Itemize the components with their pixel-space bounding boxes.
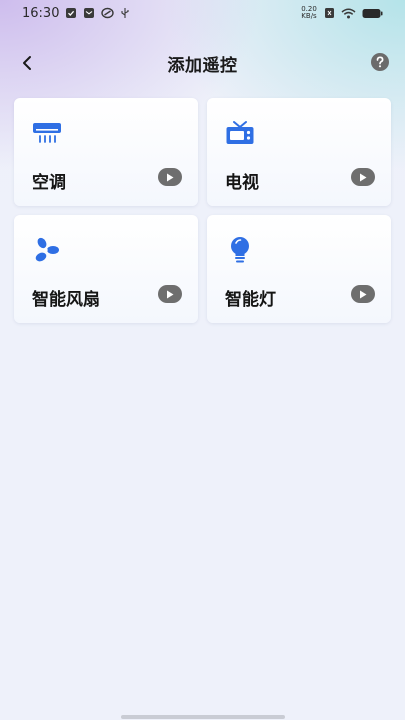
device-card-tv[interactable]: 电视	[207, 98, 391, 206]
play-button[interactable]	[158, 168, 182, 186]
device-card-smart-fan[interactable]: 智能风扇	[14, 215, 198, 323]
tv-icon	[225, 118, 255, 148]
question-mark-icon	[376, 56, 384, 68]
notification-app-icon	[101, 7, 115, 19]
play-button[interactable]	[351, 285, 375, 303]
notification-mail-icon	[83, 7, 95, 19]
status-bar: 16:30 0.20 KB/s	[0, 0, 405, 26]
fan-icon	[32, 235, 62, 265]
device-card-smart-light[interactable]: 智能灯	[207, 215, 391, 323]
back-button[interactable]	[16, 52, 38, 74]
notification-check-icon	[65, 7, 77, 19]
device-label: 智能风扇	[32, 290, 100, 310]
play-icon	[360, 290, 367, 298]
air-conditioner-icon	[32, 118, 62, 148]
wifi-icon	[341, 8, 356, 19]
net-speed-unit: KB/s	[301, 12, 317, 20]
battery-icon	[362, 8, 383, 19]
usb-icon	[120, 7, 130, 19]
play-icon	[360, 173, 367, 181]
device-label: 智能灯	[225, 290, 276, 310]
play-icon	[167, 290, 174, 298]
net-speed: 0.20 KB/s	[300, 6, 318, 20]
device-card-air-conditioner[interactable]: 空调	[14, 98, 198, 206]
play-button[interactable]	[158, 285, 182, 303]
play-icon	[167, 173, 174, 181]
top-app-bar: 添加遥控	[0, 44, 405, 82]
sim-icon	[324, 7, 335, 19]
play-button[interactable]	[351, 168, 375, 186]
help-button[interactable]	[371, 53, 389, 71]
lightbulb-icon	[225, 235, 255, 265]
page-title: 添加遥控	[167, 55, 238, 76]
device-label: 电视	[225, 173, 259, 193]
device-label: 空调	[32, 173, 66, 193]
status-time: 16:30	[22, 5, 60, 21]
home-indicator[interactable]	[121, 715, 285, 719]
chevron-left-icon	[23, 56, 31, 70]
